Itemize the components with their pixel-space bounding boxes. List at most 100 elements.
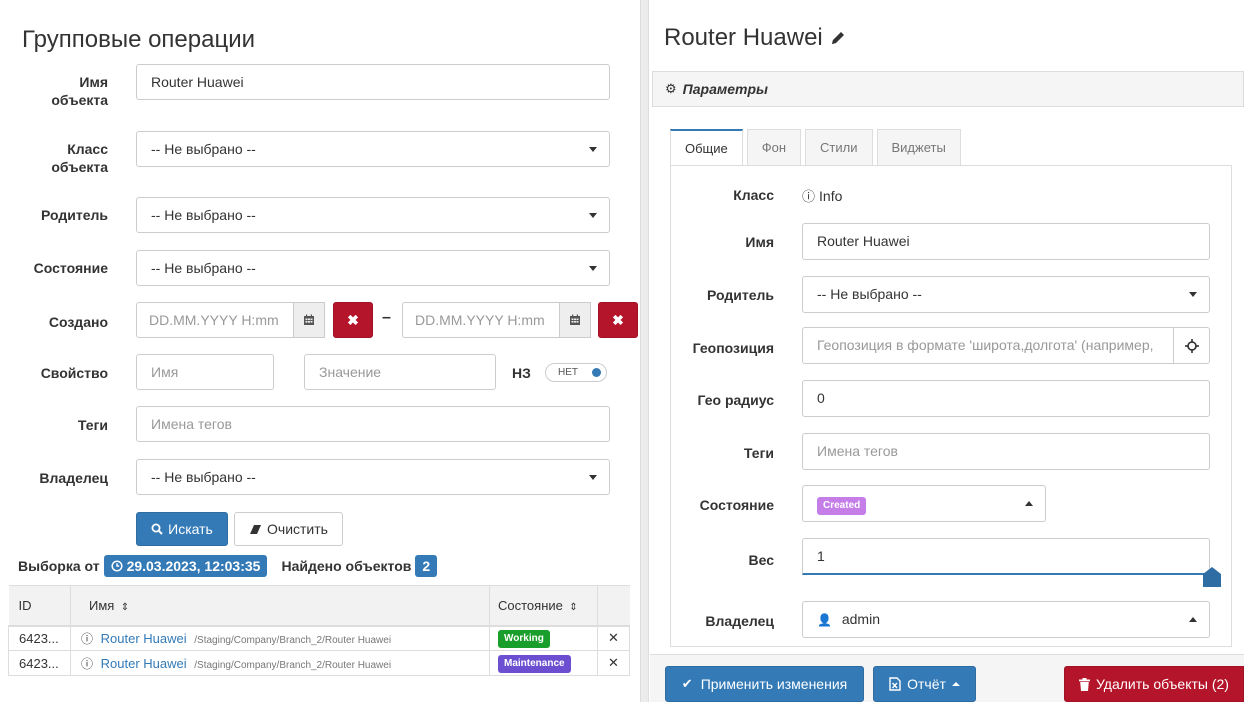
search-button-label: Искать <box>168 521 213 537</box>
geo-placeholder: Геопозиция в формате 'широта,долгота' (н… <box>817 337 1154 353</box>
created-to-placeholder: DD.MM.YYYY H:mm <box>415 312 545 328</box>
results-table: ID Имя ⇕ Состояние ⇕ 6423... ⓘ Router Hu… <box>8 585 630 676</box>
caret-up-icon <box>951 682 960 686</box>
row-path: /Staging/Company/Branch_2/Router Huawei <box>194 634 392 646</box>
object-class-select[interactable]: -- Не выбрано -- <box>136 131 610 167</box>
date-range-dash: – <box>382 309 391 326</box>
object-title: Router Huawei <box>664 24 847 52</box>
report-button[interactable]: Отчёт <box>873 666 976 702</box>
remove-row-button[interactable]: ✕ <box>597 625 630 651</box>
apply-changes-button[interactable]: ✔ Применить изменения <box>665 666 864 702</box>
row-name-cell: ⓘ Router Huawei /Staging/Company/Branch_… <box>70 650 490 676</box>
chevron-up-icon <box>1189 617 1197 622</box>
close-icon: ✕ <box>608 655 619 670</box>
tags-label: Теги <box>77 417 108 433</box>
delete-objects-button[interactable]: Удалить объекты (2) <box>1064 666 1244 702</box>
page-title: Групповые операции <box>22 26 256 53</box>
state-label: Состояние <box>33 260 108 276</box>
state-select[interactable]: -- Не выбрано -- <box>136 250 610 286</box>
close-icon: ✖ <box>347 311 359 328</box>
status-badge: Working <box>498 629 550 648</box>
owner-value: admin <box>841 611 880 627</box>
column-header-state[interactable]: Состояние ⇕ <box>489 585 598 626</box>
panel-divider[interactable] <box>640 0 649 702</box>
search-button[interactable]: Искать <box>136 512 228 546</box>
owner-value: -- Не выбрано -- <box>151 469 256 485</box>
state-badge: Created <box>817 497 867 515</box>
close-icon: ✕ <box>608 630 619 646</box>
name-input[interactable]: Router Huawei <box>802 223 1210 260</box>
tab-general[interactable]: Общие <box>670 129 743 166</box>
status-badge: Maintenance <box>498 654 571 673</box>
row-path: /Staging/Company/Branch_2/Router Huawei <box>194 659 392 671</box>
chevron-down-icon <box>589 147 597 152</box>
created-from-input[interactable]: DD.MM.YYYY H:mm <box>136 302 294 338</box>
owner-select[interactable]: 👤 admin <box>802 601 1210 638</box>
object-class-value: -- Не выбрано -- <box>151 141 256 157</box>
owner-select[interactable]: -- Не выбрано -- <box>136 459 610 495</box>
row-name-link[interactable]: Router Huawei <box>101 656 187 671</box>
calendar-icon[interactable] <box>293 302 325 338</box>
tags-input[interactable]: Имена тегов <box>136 406 610 442</box>
column-header-state-label: Состояние <box>498 597 563 613</box>
toggle-knob <box>592 368 601 377</box>
parent-select[interactable]: -- Не выбрано -- <box>802 276 1210 313</box>
object-name-input[interactable]: Router Huawei <box>136 64 610 100</box>
clear-from-date-button[interactable]: ✖ <box>333 302 373 338</box>
sort-icon: ⇕ <box>117 601 130 613</box>
column-header-id[interactable]: ID <box>8 585 71 626</box>
state-select[interactable]: Created <box>802 485 1046 522</box>
pencil-icon[interactable] <box>829 29 847 47</box>
locate-button[interactable] <box>1173 327 1210 364</box>
tags-input[interactable]: Имена тегов <box>802 433 1210 470</box>
object-title-text: Router Huawei <box>664 24 823 51</box>
column-header-name[interactable]: Имя ⇕ <box>70 585 490 626</box>
weight-input[interactable]: 1 <box>802 538 1210 575</box>
tab-styles[interactable]: Стили <box>805 129 873 166</box>
search-icon <box>151 523 163 535</box>
created-from-placeholder: DD.MM.YYYY H:mm <box>149 312 279 328</box>
eraser-icon <box>250 524 262 534</box>
property-value-input[interactable]: Значение <box>304 354 496 390</box>
chevron-down-icon <box>1189 292 1197 297</box>
parent-select[interactable]: -- Не выбрано -- <box>136 197 610 233</box>
class-label: Класс <box>733 187 774 203</box>
gears-icon: ⚙ <box>665 81 677 96</box>
tab-background[interactable]: Фон <box>746 129 802 166</box>
nz-toggle[interactable]: НЕТ <box>545 363 607 382</box>
parameters-panel-header[interactable]: ⚙ Параметры <box>652 71 1244 107</box>
name-label: Имя <box>745 234 774 250</box>
found-label: Найдено объектов <box>281 558 412 574</box>
chevron-down-icon <box>589 475 597 480</box>
tags-placeholder: Имена тегов <box>817 443 898 459</box>
parent-value: -- Не выбрано -- <box>151 207 256 223</box>
info-icon: ⓘ <box>81 631 94 646</box>
table-row[interactable]: 6423... ⓘ Router Huawei /Staging/Company… <box>8 650 630 676</box>
created-label: Создано <box>48 314 108 330</box>
geo-input[interactable]: Геопозиция в формате 'широта,долгота' (н… <box>802 327 1174 364</box>
calendar-icon[interactable] <box>559 302 591 338</box>
crosshair-icon <box>1184 338 1199 353</box>
clock-icon <box>111 560 123 572</box>
row-id: 6423... <box>8 625 71 651</box>
clear-button[interactable]: Очистить <box>234 512 343 546</box>
property-label: Свойство <box>40 365 108 381</box>
clear-to-date-button[interactable]: ✖ <box>598 302 638 338</box>
selection-date: 29.03.2023, 12:03:35 <box>126 558 261 574</box>
row-name-link[interactable]: Router Huawei <box>101 631 187 646</box>
remove-row-button[interactable]: ✕ <box>597 650 630 676</box>
parameters-title: Параметры <box>682 81 768 97</box>
column-header-name-label: Имя <box>89 597 115 613</box>
close-icon: ✖ <box>612 311 624 328</box>
delete-objects-label: Удалить объекты (2) <box>1096 676 1229 692</box>
parent-label: Родитель <box>41 207 108 223</box>
user-icon: 👤 <box>817 613 832 627</box>
tab-widgets[interactable]: Виджеты <box>876 129 961 166</box>
resize-handle-icon[interactable] <box>1202 566 1222 588</box>
property-name-input[interactable]: Имя <box>136 354 274 390</box>
geo-radius-input[interactable]: 0 <box>802 380 1210 417</box>
info-icon: ⓘ <box>81 656 94 671</box>
table-row[interactable]: 6423... ⓘ Router Huawei /Staging/Company… <box>8 625 630 651</box>
created-to-input[interactable]: DD.MM.YYYY H:mm <box>402 302 560 338</box>
parent-value: -- Не выбрано -- <box>817 286 922 302</box>
